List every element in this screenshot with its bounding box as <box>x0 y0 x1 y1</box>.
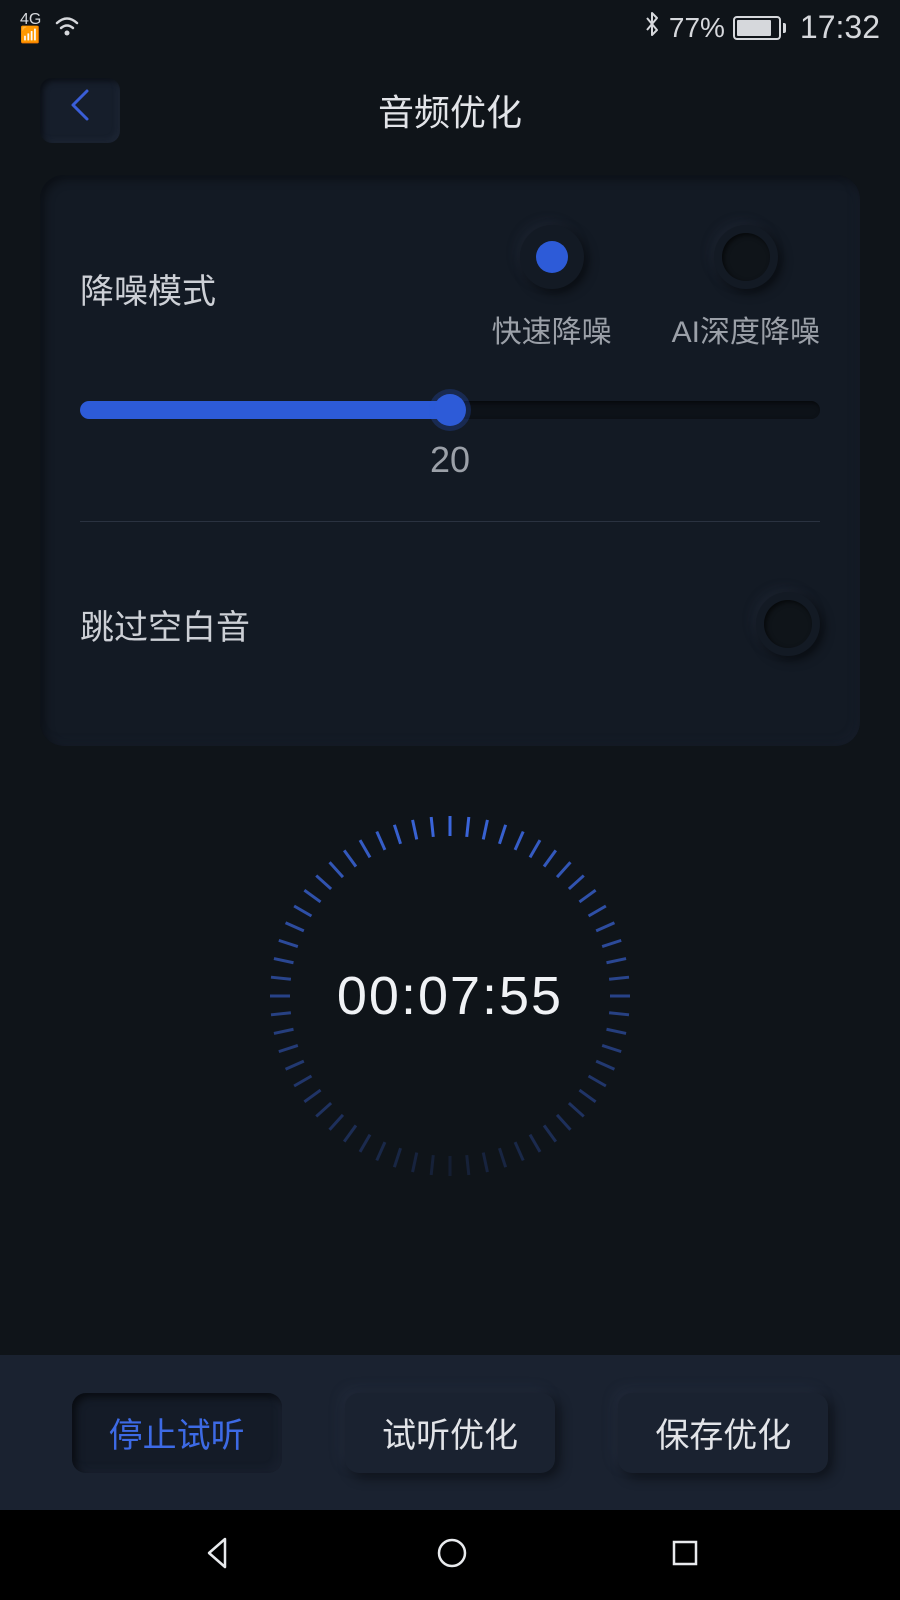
divider <box>80 521 820 522</box>
slider-value: 20 <box>80 439 820 481</box>
back-button[interactable] <box>40 78 120 143</box>
noise-mode-row: 降噪模式 快速降噪 AI深度降噪 <box>80 225 820 351</box>
radio-ai-label: AI深度降噪 <box>672 307 820 351</box>
skip-silence-label: 跳过空白音 <box>80 600 250 649</box>
slider-thumb-icon[interactable] <box>434 394 466 426</box>
dial-ticks-icon <box>250 796 650 1196</box>
noise-slider[interactable] <box>80 401 820 419</box>
header: 音频优化 <box>0 55 900 165</box>
skip-silence-row: 跳过空白音 <box>80 592 820 656</box>
wifi-icon <box>53 12 81 44</box>
system-nav-bar <box>0 1510 900 1600</box>
bottom-toolbar: 停止试听 试听优化 保存优化 <box>0 1355 900 1510</box>
radio-circle-icon <box>714 225 778 289</box>
skip-silence-toggle[interactable] <box>756 592 820 656</box>
radio-ai-denoise[interactable]: AI深度降噪 <box>672 225 820 351</box>
status-bar: 4G📶 77% 17:32 <box>0 0 900 55</box>
clock: 17:32 <box>800 9 880 46</box>
battery-percent: 77% <box>669 12 725 44</box>
nav-home-icon[interactable] <box>434 1535 470 1576</box>
radio-empty-icon <box>764 600 812 648</box>
status-right: 77% 17:32 <box>643 9 880 46</box>
radio-fast-denoise[interactable]: 快速降噪 <box>492 225 612 351</box>
noise-mode-label: 降噪模式 <box>80 264 216 313</box>
slider-fill <box>80 401 450 419</box>
bluetooth-icon <box>643 10 661 45</box>
timer-container: 00:07:55 <box>0 796 900 1196</box>
radio-circle-icon <box>520 225 584 289</box>
radio-fast-label: 快速降噪 <box>492 307 612 351</box>
preview-button[interactable]: 试听优化 <box>345 1393 555 1473</box>
radio-dot-icon <box>536 241 568 273</box>
radio-empty-icon <box>722 233 770 281</box>
page-title: 音频优化 <box>378 84 522 136</box>
nav-back-icon[interactable] <box>199 1535 235 1576</box>
save-button[interactable]: 保存优化 <box>618 1393 828 1473</box>
stop-preview-button[interactable]: 停止试听 <box>72 1393 282 1473</box>
network-icon: 4G📶 <box>20 12 41 44</box>
timer-dial: 00:07:55 <box>250 796 650 1196</box>
status-left: 4G📶 <box>20 12 81 44</box>
nav-recent-icon[interactable] <box>669 1537 701 1574</box>
noise-slider-container: 20 <box>80 401 820 481</box>
chevron-left-icon <box>67 87 93 133</box>
battery-icon <box>733 16 786 40</box>
noise-mode-radio-group: 快速降噪 AI深度降噪 <box>492 225 820 351</box>
settings-card: 降噪模式 快速降噪 AI深度降噪 20 跳过空白音 <box>40 175 860 746</box>
